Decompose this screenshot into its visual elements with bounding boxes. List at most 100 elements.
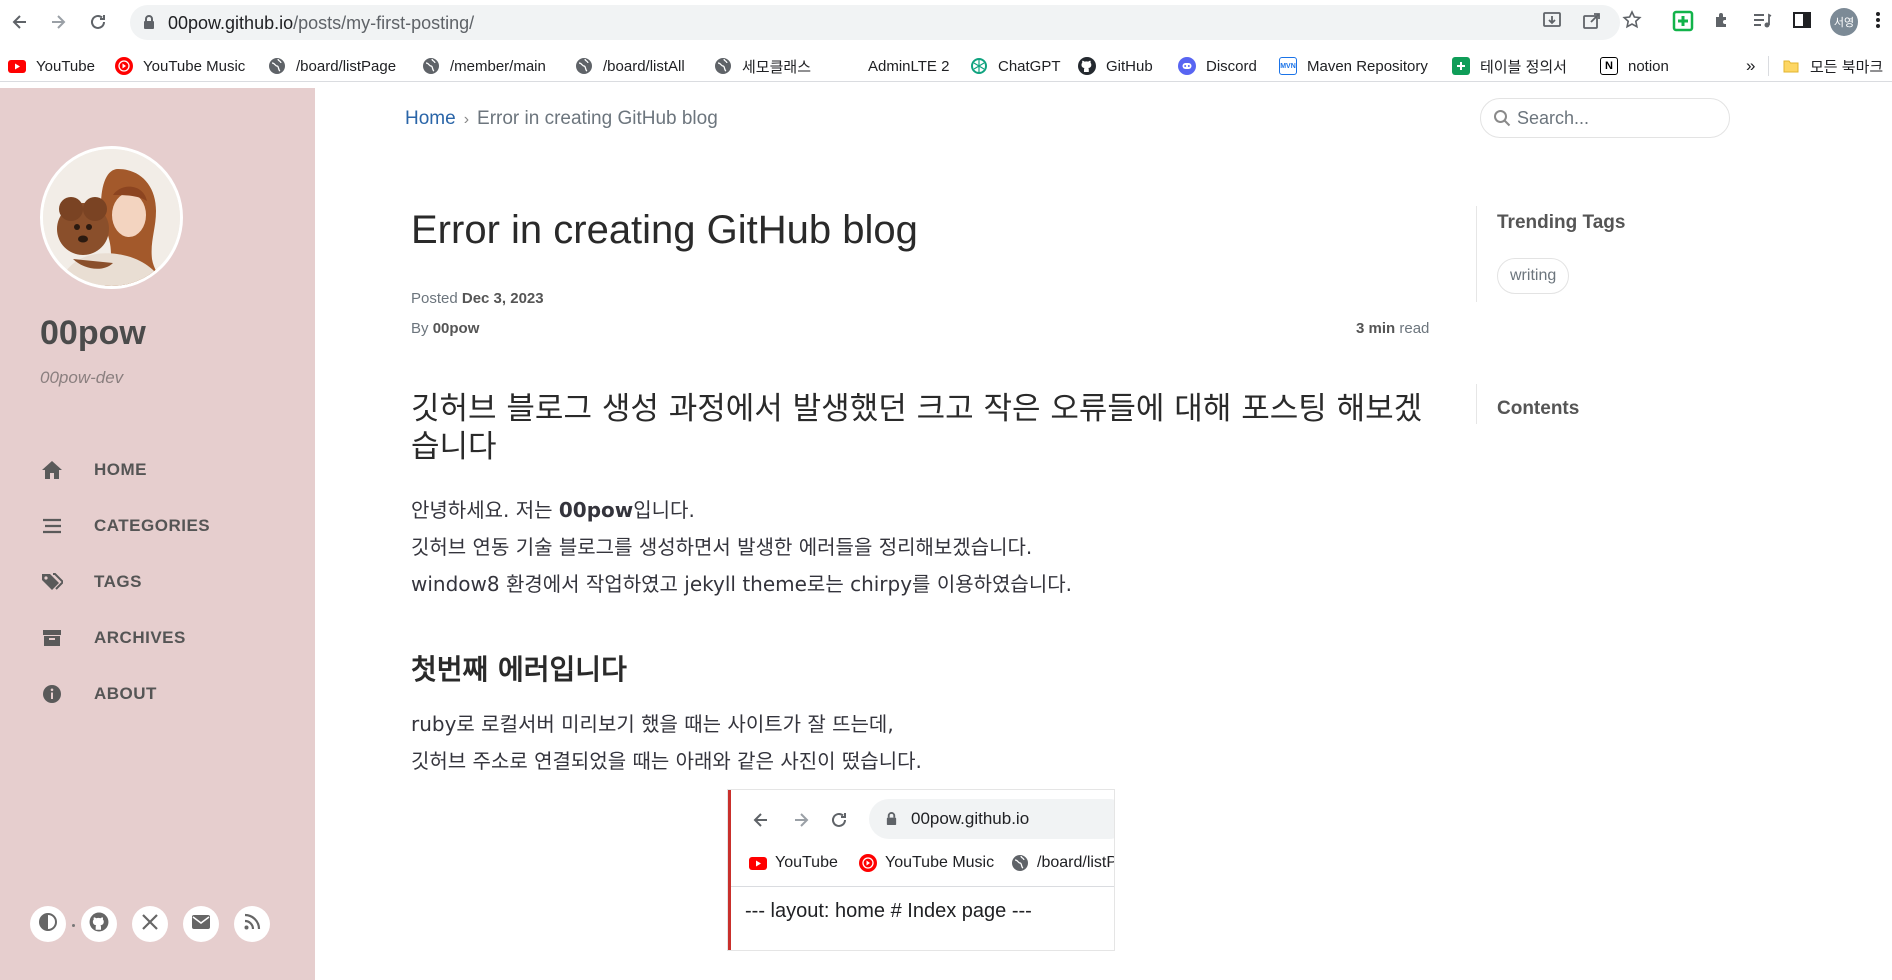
embedded-bookmark-youtube-music: YouTube Music: [859, 850, 994, 876]
bookmarks-divider: [1768, 56, 1769, 76]
divider-dot: [72, 924, 75, 927]
globe-icon: [575, 57, 593, 75]
sidebar-item-label: CATEGORIES: [94, 516, 211, 535]
sidebar-item-label: ARCHIVES: [94, 628, 186, 647]
breadcrumb: Home › Error in creating GitHub blog: [405, 108, 718, 130]
bookmark-discord[interactable]: Discord: [1178, 54, 1257, 78]
bookmark-adminlte[interactable]: AdminLTE 2: [840, 54, 949, 78]
sidebar: 00pow 00pow-dev HOME CATEGORIES TAGS ARC…: [0, 88, 315, 980]
bookmark-semo-class[interactable]: 세모클래스: [714, 54, 811, 78]
sidebar-item-archives[interactable]: ARCHIVES: [40, 623, 280, 653]
globe-icon: [714, 57, 732, 75]
toc-panel: Contents: [1476, 384, 1579, 424]
reload-icon[interactable]: [84, 8, 112, 36]
lock-icon[interactable]: [142, 14, 156, 35]
bookmark-maven-repository[interactable]: MVN Maven Repository: [1279, 54, 1428, 78]
youtube-icon: [749, 856, 767, 870]
tags-icon: [40, 570, 64, 594]
extensions-puzzle-icon[interactable]: [1712, 10, 1732, 35]
notion-icon: N: [1600, 57, 1618, 75]
theme-toggle-icon: [38, 912, 58, 937]
forward-icon[interactable]: [44, 8, 72, 36]
search-box[interactable]: [1480, 98, 1730, 138]
embedded-raw-text: --- layout: home # Index page ---: [745, 900, 1032, 922]
profile-avatar[interactable]: 서영: [1830, 8, 1858, 36]
email-link-button[interactable]: [183, 906, 219, 942]
extension-plus-icon[interactable]: [1672, 10, 1694, 37]
embedded-divider: [731, 886, 1114, 887]
youtube-music-icon: [115, 57, 133, 75]
error-screenshot-image[interactable]: 00pow.github.io YouTube YouTube Music /b…: [728, 790, 1114, 950]
intro-line-1: 안녕하세요. 저는 00pow입니다.: [411, 498, 695, 522]
bookmark-member-main[interactable]: /member/main: [422, 54, 546, 78]
bookmark-youtube[interactable]: YouTube: [8, 54, 95, 78]
sidebar-item-label: HOME: [94, 460, 147, 479]
site-subtitle: 00pow-dev: [40, 368, 124, 387]
post-author: By 00pow: [411, 320, 480, 337]
site-title[interactable]: 00pow: [40, 314, 146, 353]
forward-icon: [791, 810, 811, 836]
install-app-icon[interactable]: [1542, 10, 1562, 35]
discord-icon: [1178, 57, 1196, 75]
share-icon[interactable]: [1582, 10, 1602, 35]
sidebar-item-label: ABOUT: [94, 684, 157, 703]
breadcrumb-separator: ›: [463, 111, 470, 128]
tag-writing[interactable]: writing: [1497, 258, 1570, 294]
rss-link-button[interactable]: [234, 906, 270, 942]
bookmark-github[interactable]: GitHub: [1078, 54, 1153, 78]
sidebar-item-categories[interactable]: CATEGORIES: [40, 511, 280, 541]
intro-line-3: window8 환경에서 작업하였고 jekyll theme로는 chirpy…: [411, 572, 1072, 596]
globe-icon: [268, 57, 286, 75]
bookmark-table-definition[interactable]: 테이블 정의서: [1452, 54, 1567, 78]
bookmarks-bar: YouTube YouTube Music /board/listPage /m…: [0, 50, 1892, 82]
breadcrumb-current: Error in creating GitHub blog: [477, 108, 718, 129]
author-link[interactable]: 00pow: [433, 320, 480, 337]
avatar[interactable]: [40, 146, 183, 289]
search-icon: [1493, 109, 1511, 132]
back-icon[interactable]: [6, 8, 34, 36]
bookmarks-overflow-button[interactable]: »: [1746, 54, 1755, 78]
theme-toggle-button[interactable]: [30, 906, 66, 942]
url-text[interactable]: 00pow.github.io/posts/my-first-posting/: [168, 13, 474, 34]
embedded-bookmark-board: /board/listP: [1011, 850, 1114, 876]
all-bookmarks-folder[interactable]: 모든 북마크: [1782, 54, 1883, 78]
bookmark-star-icon[interactable]: [1622, 10, 1642, 35]
bookmark-board-listpage[interactable]: /board/listPage: [268, 54, 396, 78]
menu-kebab-icon[interactable]: [1874, 10, 1882, 35]
bookmark-chatgpt[interactable]: ChatGPT: [970, 54, 1061, 78]
post-date: Posted Dec 3, 2023: [411, 290, 544, 307]
side-panel-icon[interactable]: [1792, 10, 1812, 35]
contents-heading: Contents: [1497, 398, 1580, 419]
github-link-button[interactable]: [81, 906, 117, 942]
twitter-link-button[interactable]: [132, 906, 168, 942]
adminlte-icon: [840, 57, 858, 75]
x-twitter-icon: [141, 913, 159, 936]
section-line-1: ruby로 로컬서버 미리보기 했을 때는 사이트가 잘 뜨는데,: [411, 712, 894, 736]
section-line-2: 깃허브 주소로 연결되었을 때는 아래와 같은 사진이 떴습니다.: [411, 749, 922, 773]
github-icon: [1078, 57, 1096, 75]
bookmark-youtube-music[interactable]: YouTube Music: [115, 54, 245, 78]
page-title: Error in creating GitHub blog: [411, 208, 918, 252]
sheets-icon: [1452, 57, 1470, 75]
lock-icon: [885, 811, 898, 831]
browser-toolbar: 00pow.github.io/posts/my-first-posting/ …: [0, 0, 1892, 45]
reading-list-icon[interactable]: [1752, 10, 1772, 35]
search-input[interactable]: [1517, 106, 1717, 130]
maven-icon: MVN: [1279, 57, 1297, 75]
globe-icon: [1011, 854, 1029, 872]
embedded-address-bar: 00pow.github.io: [869, 799, 1114, 839]
address-bar[interactable]: 00pow.github.io/posts/my-first-posting/: [130, 5, 1620, 40]
sidebar-item-home[interactable]: HOME: [40, 455, 280, 485]
trending-tags-heading: Trending Tags: [1497, 212, 1626, 233]
bookmark-notion[interactable]: N notion: [1600, 54, 1669, 78]
bookmark-board-listall[interactable]: /board/listAll: [575, 54, 685, 78]
reload-icon: [829, 810, 849, 836]
github-icon: [89, 912, 109, 937]
sidebar-item-about[interactable]: ABOUT: [40, 679, 280, 709]
sidebar-item-tags[interactable]: TAGS: [40, 567, 280, 597]
breadcrumb-home-link[interactable]: Home: [405, 108, 456, 129]
info-icon: [40, 682, 64, 706]
intro-line-2: 깃허브 연동 기술 블로그를 생성하면서 발생한 에러들을 정리해보겠습니다.: [411, 535, 1033, 559]
embedded-bookmark-youtube: YouTube: [749, 850, 838, 876]
home-icon: [40, 458, 64, 482]
